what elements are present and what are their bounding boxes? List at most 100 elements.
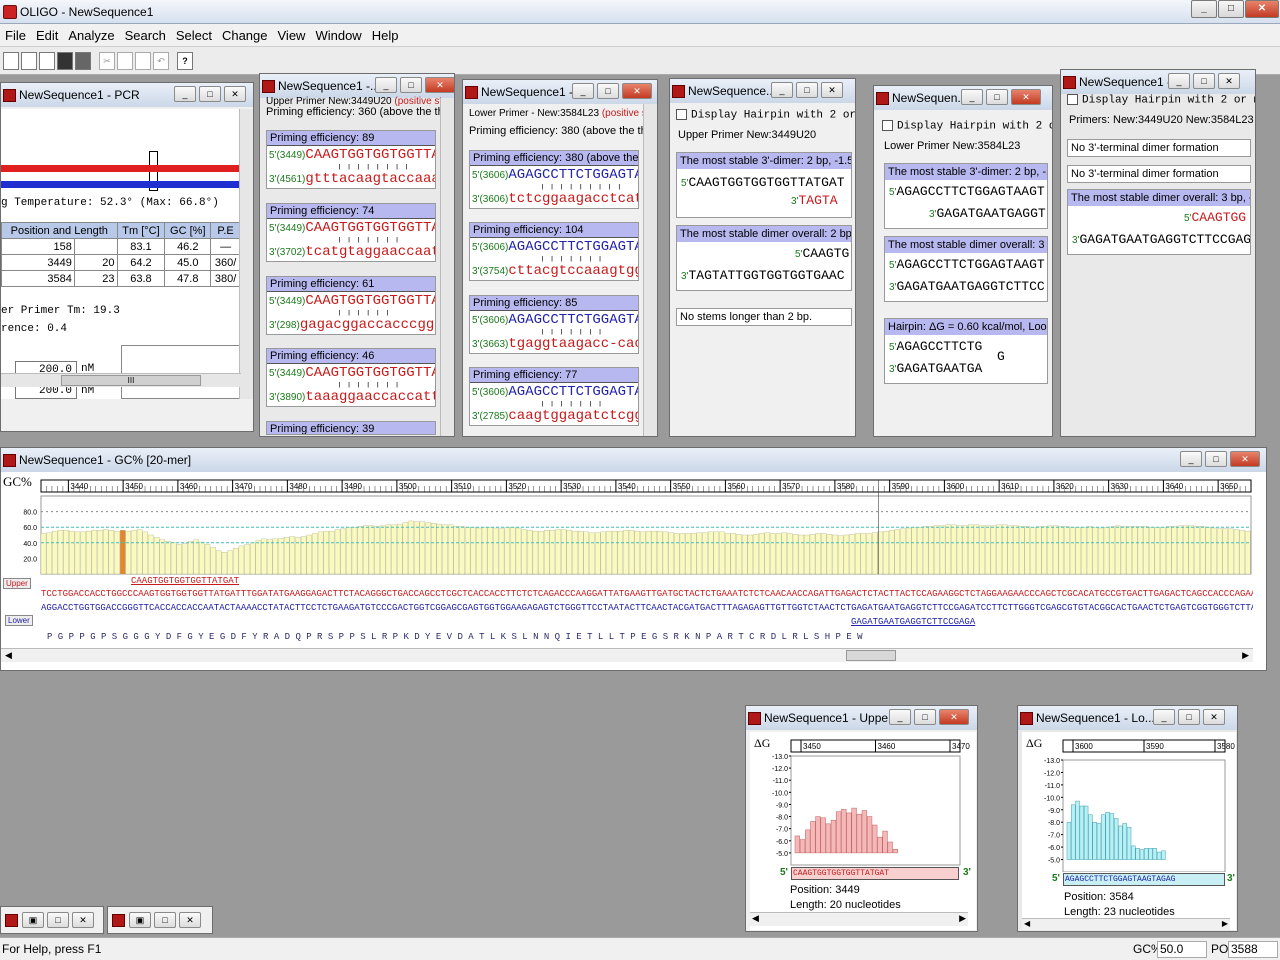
restore-icon[interactable]: □ — [597, 83, 619, 99]
close-icon[interactable]: ✕ — [425, 77, 454, 93]
gc-bar — [210, 547, 216, 575]
close-icon[interactable]: ✕ — [179, 912, 201, 928]
context-help-icon[interactable]: ? — [177, 51, 193, 70]
minimize-icon[interactable]: _ — [1153, 709, 1175, 725]
minimize-icon[interactable]: _ — [572, 83, 594, 99]
lower-primer-sequence[interactable]: GAGATGAATGAGGTCTTCCGAGA — [851, 617, 981, 627]
upper-priming-scrollbar[interactable] — [440, 98, 454, 436]
menu-help[interactable]: Help — [367, 28, 404, 43]
table-row[interactable]: 158 83.1 46.2 — — [1, 238, 241, 255]
restore-icon[interactable]: □ — [1193, 73, 1215, 89]
close-icon[interactable]: ✕ — [821, 82, 843, 98]
scroll-left-icon[interactable]: ◀ — [752, 913, 759, 924]
checkbox-icon[interactable] — [1067, 94, 1078, 105]
paste-icon[interactable] — [135, 51, 151, 70]
restore-icon[interactable]: □ — [796, 82, 818, 98]
save-icon[interactable] — [57, 51, 73, 70]
pcr-vertical-scrollbar[interactable] — [239, 109, 253, 399]
gc-bar — [103, 529, 109, 575]
close-icon[interactable]: ✕ — [622, 83, 652, 99]
minimize-icon[interactable]: _ — [1191, 0, 1217, 18]
close-icon[interactable]: ✕ — [1203, 709, 1225, 725]
gc-chart[interactable]: 3440 3450 3460 3470 3480 3490 3500 3510 3520 3530… — [1, 472, 1267, 654]
restore-icon[interactable]: □ — [1218, 0, 1244, 18]
gc-horizontal-scrollbar[interactable]: ◀ ▶ — [1, 648, 1253, 662]
menu-view[interactable]: View — [273, 28, 311, 43]
dg-bar — [1135, 848, 1140, 860]
new-icon[interactable] — [3, 51, 19, 70]
upper-priming-controls: _ □ ✕ — [372, 77, 454, 93]
hairpin-checkbox[interactable]: Display Hairpin with 2 or more — [676, 109, 855, 121]
minimized-window-2[interactable]: ▣ □ ✕ — [107, 906, 213, 934]
menu-file[interactable]: File — [0, 28, 31, 43]
gc-bar — [962, 525, 968, 575]
copy-icon[interactable] — [117, 51, 133, 70]
upper-primer-sequence[interactable]: CAAGTGGTGGTGGTTATGAT — [131, 576, 241, 586]
close-icon[interactable]: ✕ — [1011, 89, 1041, 105]
close-icon[interactable]: ✕ — [224, 86, 246, 102]
restore-icon[interactable]: □ — [914, 709, 936, 725]
close-icon[interactable]: ✕ — [1218, 73, 1240, 89]
print-icon[interactable] — [75, 51, 91, 70]
restore-icon[interactable]: □ — [400, 77, 422, 93]
cut-icon[interactable]: ✂ — [99, 51, 115, 70]
scroll-thumb[interactable] — [846, 650, 896, 661]
gc-bar — [1126, 526, 1132, 575]
pcr-horizontal-scrollbar[interactable]: III — [1, 373, 241, 387]
ruler-tick-label: 3600 — [946, 482, 964, 491]
table-row[interactable]: 3584 23 63.8 47.8 380/ — [1, 270, 241, 287]
close-icon[interactable]: ✕ — [1245, 0, 1279, 18]
restore-icon[interactable]: □ — [1205, 451, 1227, 467]
minimized-window-1[interactable]: ▣ □ ✕ — [0, 906, 104, 934]
table-row[interactable]: 3449 20 64.2 45.0 360/ — [1, 254, 241, 271]
dg-bar — [841, 809, 847, 854]
scroll-thumb[interactable]: III — [61, 375, 201, 386]
restore-icon[interactable]: ▣ — [22, 912, 44, 928]
menu-change[interactable]: Change — [217, 28, 273, 43]
hairpin-checkbox[interactable]: Display Hairpin with 2 or more b — [1067, 94, 1255, 106]
open-icon[interactable] — [21, 51, 37, 70]
scroll-right-icon[interactable]: ▶ — [1222, 919, 1228, 928]
close-icon[interactable]: ✕ — [939, 709, 969, 725]
restore-icon[interactable]: □ — [199, 86, 221, 102]
minimize-icon[interactable]: _ — [961, 89, 983, 105]
maximize-icon[interactable]: □ — [47, 912, 69, 928]
minimize-icon[interactable]: _ — [771, 82, 793, 98]
checkbox-icon[interactable] — [882, 120, 893, 131]
undo-icon[interactable]: ↶ — [153, 51, 169, 70]
scroll-right-icon[interactable]: ▶ — [1242, 650, 1249, 661]
scroll-left-icon[interactable]: ◀ — [1024, 919, 1030, 928]
lower-priming-scrollbar[interactable] — [643, 104, 657, 436]
hairpin-checkbox[interactable]: Display Hairpin with 2 or mo — [882, 120, 1052, 132]
menu-window[interactable]: Window — [310, 28, 366, 43]
minimize-icon[interactable]: _ — [1168, 73, 1190, 89]
sequence-bottom-strand[interactable]: AGGACCTGGTGGACCGGGTTCACCACCACCAATACTAAAA… — [41, 603, 1253, 613]
close-icon[interactable]: ✕ — [1230, 451, 1260, 467]
open-folder-icon[interactable] — [39, 51, 55, 70]
document-icon — [465, 85, 478, 99]
menu-edit[interactable]: Edit — [31, 28, 63, 43]
restore-icon[interactable]: □ — [1178, 709, 1200, 725]
upper-primer-tag[interactable]: Upper — [3, 578, 31, 589]
minimize-icon[interactable]: _ — [375, 77, 397, 93]
menu-search[interactable]: Search — [120, 28, 171, 43]
menu-analyze[interactable]: Analyze — [63, 28, 119, 43]
checkbox-icon[interactable] — [676, 109, 687, 120]
restore-icon[interactable]: □ — [986, 89, 1008, 105]
menu-select[interactable]: Select — [171, 28, 217, 43]
gc-bar — [1205, 527, 1211, 575]
lower-dg-scrollbar[interactable]: ◀ ▶ — [1022, 918, 1230, 930]
upper-dg-scrollbar[interactable]: ◀ ▶ — [750, 912, 968, 926]
scroll-left-icon[interactable]: ◀ — [5, 650, 12, 661]
close-icon[interactable]: ✕ — [72, 912, 94, 928]
scroll-right-icon[interactable]: ▶ — [959, 913, 966, 924]
minimize-icon[interactable]: _ — [889, 709, 911, 725]
maximize-icon[interactable]: □ — [154, 912, 176, 928]
minimize-icon[interactable]: _ — [1180, 451, 1202, 467]
gc-bar — [1086, 526, 1093, 575]
sequence-top-strand[interactable]: TCCTGGACCACCTGGCCCAAGTGGTGGTGGTTATGATTTG… — [41, 589, 1253, 599]
minimize-icon[interactable]: _ — [174, 86, 196, 102]
oligo-app-icon[interactable] — [3, 4, 17, 19]
lower-primer-tag[interactable]: Lower — [5, 615, 33, 626]
restore-icon[interactable]: ▣ — [129, 912, 151, 928]
